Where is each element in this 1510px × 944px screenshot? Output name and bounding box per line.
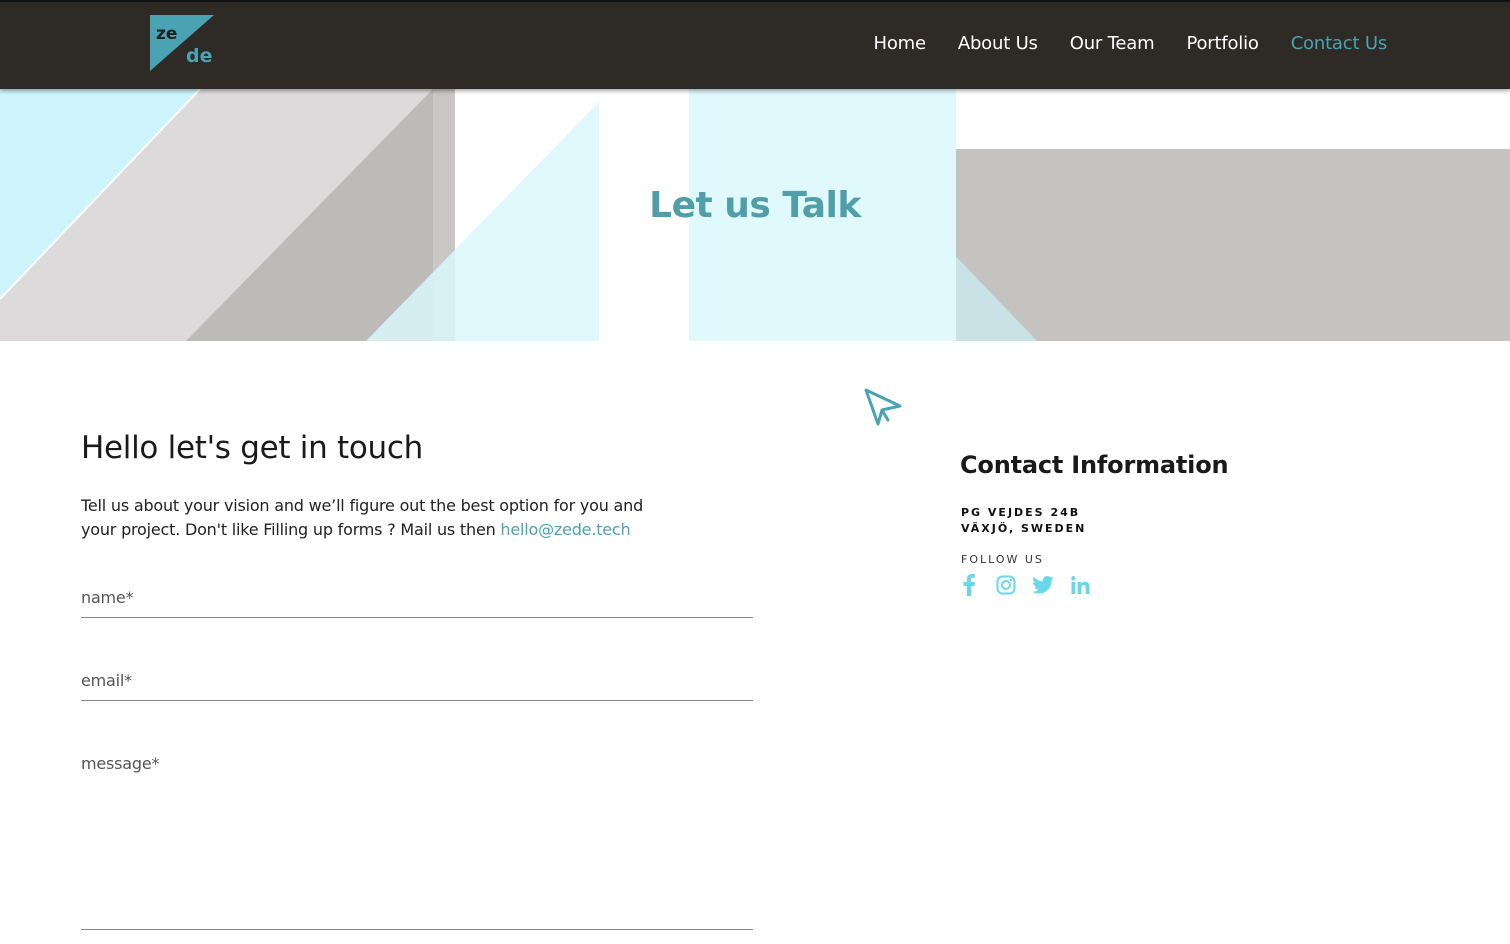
address-line-2: VÄXJÖ, SWEDEN bbox=[961, 522, 1087, 535]
follow-us-label: FOLLOW US bbox=[961, 553, 1044, 566]
twitter-icon[interactable] bbox=[1032, 574, 1054, 596]
name-input[interactable] bbox=[81, 582, 753, 617]
logo-text-bottom: de bbox=[186, 45, 213, 67]
facebook-icon[interactable] bbox=[958, 574, 980, 596]
nav-home[interactable]: Home bbox=[873, 33, 926, 54]
email-link[interactable]: hello@zede.tech bbox=[500, 520, 630, 539]
logo-text-top: ze bbox=[156, 24, 177, 44]
form-intro: Tell us about your vision and we’ll figu… bbox=[81, 494, 681, 542]
social-links bbox=[958, 574, 1106, 596]
email-input[interactable] bbox=[81, 665, 753, 700]
hero-title: Let us Talk bbox=[649, 185, 861, 226]
nav-our-team[interactable]: Our Team bbox=[1070, 33, 1155, 54]
address-line-1: PG VEJDES 24B bbox=[961, 506, 1081, 519]
email-field[interactable]: email* bbox=[81, 665, 753, 701]
linkedin-icon[interactable] bbox=[1069, 574, 1091, 596]
nav-about-us[interactable]: About Us bbox=[958, 33, 1038, 54]
top-navigation-bar: ze de Home About Us Our Team Portfolio C… bbox=[0, 0, 1510, 89]
contact-info-title: Contact Information bbox=[960, 451, 1229, 479]
nav-contact-us[interactable]: Contact Us bbox=[1291, 33, 1388, 54]
paper-plane-icon bbox=[862, 386, 904, 428]
message-field[interactable]: message* bbox=[81, 748, 753, 930]
main-nav: Home About Us Our Team Portfolio Contact… bbox=[841, 33, 1387, 54]
message-input[interactable] bbox=[81, 748, 753, 929]
hero-banner: Let us Talk bbox=[0, 89, 1510, 341]
nav-portfolio[interactable]: Portfolio bbox=[1186, 33, 1258, 54]
instagram-icon[interactable] bbox=[995, 574, 1017, 596]
address: PG VEJDES 24B VÄXJÖ, SWEDEN bbox=[961, 505, 1086, 537]
name-field[interactable]: name* bbox=[81, 582, 753, 618]
zede-logo[interactable]: ze de bbox=[150, 15, 214, 71]
form-heading: Hello let's get in touch bbox=[81, 430, 423, 466]
